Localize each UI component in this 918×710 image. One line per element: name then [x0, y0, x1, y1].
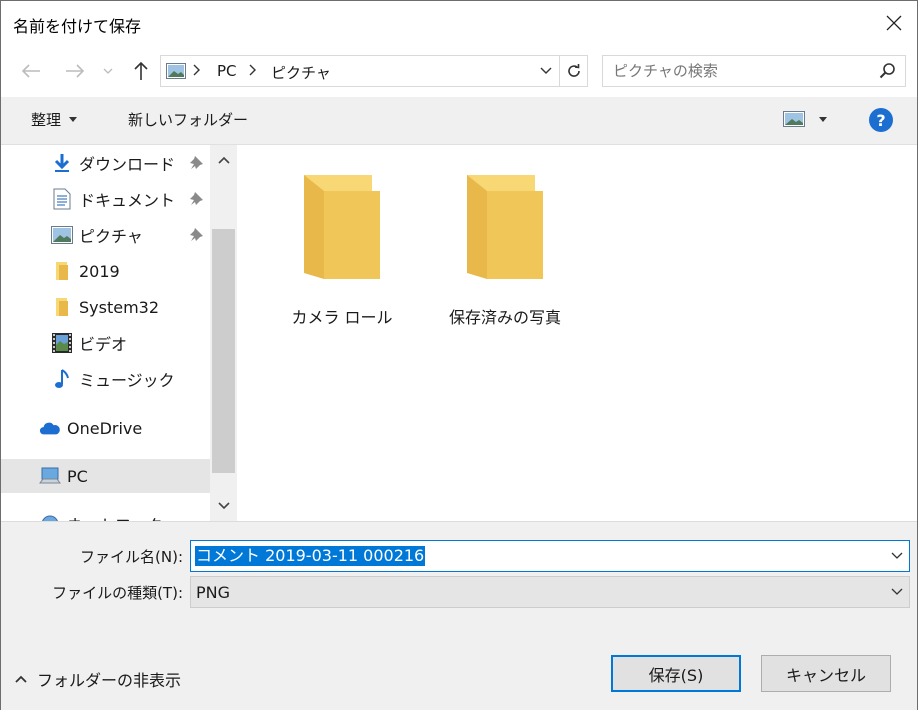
video-icon: [51, 332, 73, 354]
search-icon[interactable]: [879, 62, 897, 80]
search-box[interactable]: [602, 55, 906, 87]
dialog-title: 名前を付けて保存: [13, 17, 142, 36]
sidebar-item-network[interactable]: ネットワーク: [1, 507, 210, 521]
filetype-value: PNG: [196, 583, 231, 602]
sidebar-item-label: ミュージック: [79, 371, 175, 390]
arrow-up-icon: [134, 61, 148, 80]
pin-icon[interactable]: [189, 154, 205, 170]
up-button[interactable]: [128, 58, 154, 84]
chevron-up-icon: [15, 675, 27, 683]
music-icon: [51, 368, 73, 390]
save-options-panel: ファイル名(N): コメント 2019-03-11 000216 ファイルの種類…: [1, 521, 917, 710]
command-bar: 整理 新しいフォルダー ?: [1, 97, 917, 145]
filetype-select[interactable]: PNG: [190, 576, 910, 608]
address-dropdown-button[interactable]: [535, 56, 557, 86]
chevron-down-icon[interactable]: [891, 549, 903, 561]
scroll-up-button[interactable]: [210, 145, 237, 175]
sidebar-item-label: ビデオ: [79, 335, 128, 354]
breadcrumb-pc[interactable]: PC: [217, 62, 237, 80]
scrollbar-thumb[interactable]: [212, 229, 235, 473]
sidebar-item-label: ドキュメント: [79, 191, 176, 210]
pc-icon: [39, 465, 61, 487]
sidebar-item-pictures[interactable]: ピクチャ: [1, 218, 210, 252]
cancel-button[interactable]: キャンセル: [761, 655, 891, 692]
pin-icon[interactable]: [189, 226, 205, 242]
chevron-right-icon: [193, 64, 200, 76]
view-options-button[interactable]: [783, 111, 827, 127]
view-icon: [783, 111, 805, 127]
refresh-button[interactable]: [559, 56, 587, 86]
scroll-down-button[interactable]: [210, 491, 237, 521]
hide-folders-toggle[interactable]: フォルダーの非表示: [15, 667, 181, 691]
download-icon: [51, 152, 73, 174]
sidebar-item-2019[interactable]: 2019: [1, 254, 210, 288]
help-button[interactable]: ?: [869, 108, 893, 132]
chevron-down-icon: [891, 588, 903, 595]
breadcrumb-pictures[interactable]: ピクチャ: [271, 62, 331, 83]
sidebar-item-onedrive[interactable]: OneDrive: [1, 411, 210, 445]
navigation-bar: PC ピクチャ: [1, 45, 917, 97]
address-bar[interactable]: PC ピクチャ: [160, 55, 588, 87]
arrow-left-icon: [21, 64, 40, 78]
folder-item[interactable]: カメラ ロール: [274, 165, 410, 335]
pictures-icon: [166, 63, 186, 79]
caret-down-icon: [69, 117, 78, 122]
arrow-right-icon: [66, 64, 85, 78]
folder-icon: [51, 260, 73, 282]
sidebar-item-label: OneDrive: [67, 418, 143, 438]
sidebar-item-label: ピクチャ: [79, 227, 143, 246]
filename-field[interactable]: コメント 2019-03-11 000216: [190, 540, 910, 572]
save-as-dialog: 名前を付けて保存 PC ピクチャ ピクチャの検索 整理 新しいフォルダー ? ダ…: [0, 0, 918, 710]
document-icon: [51, 188, 73, 210]
caret-down-icon: [819, 116, 827, 122]
pictures-icon: [51, 224, 73, 246]
organize-label: 整理: [31, 111, 62, 129]
chevron-down-icon: [103, 68, 113, 74]
sidebar-item-label: 2019: [79, 261, 120, 281]
sidebar-item-label: ネットワーク: [67, 512, 163, 521]
filename-label: ファイル名(N):: [80, 548, 183, 566]
sidebar-item-videos[interactable]: ビデオ: [1, 326, 210, 360]
folder-icon: [304, 175, 380, 279]
sidebar-item-label: PC: [67, 466, 88, 486]
sidebar-item-pc[interactable]: PC: [1, 459, 210, 493]
filename-input[interactable]: コメント 2019-03-11 000216: [195, 546, 426, 566]
onedrive-icon: [39, 417, 61, 439]
pin-icon[interactable]: [189, 190, 205, 206]
chevron-right-icon: [249, 64, 256, 76]
folder-name: カメラ ロール: [291, 308, 393, 327]
network-icon: [39, 513, 61, 521]
chevron-down-icon: [217, 502, 230, 510]
folder-name: 保存済みの写真: [448, 308, 561, 327]
search-input[interactable]: [603, 56, 873, 86]
close-icon: [886, 15, 902, 31]
chevron-up-icon: [217, 156, 230, 164]
sidebar-item-label: ダウンロード: [79, 155, 176, 174]
navigation-pane: ダウンロード ドキュメント ピクチャ 2019 System32 ビデオ ミュー…: [1, 145, 238, 521]
forward-button[interactable]: [62, 58, 88, 84]
sidebar-item-system32[interactable]: System32: [1, 290, 210, 324]
organize-button[interactable]: 整理: [31, 109, 78, 130]
chevron-down-icon: [540, 67, 552, 74]
save-button[interactable]: 保存(S): [611, 655, 741, 692]
folder-item[interactable]: 保存済みの写真: [437, 165, 573, 335]
sidebar-item-downloads[interactable]: ダウンロード: [1, 146, 210, 180]
sidebar-item-music[interactable]: ミュージック: [1, 362, 210, 396]
sidebar-item-documents[interactable]: ドキュメント: [1, 182, 210, 216]
new-folder-button[interactable]: 新しいフォルダー: [128, 109, 248, 130]
folder-icon: [51, 296, 73, 318]
hide-folders-label: フォルダーの非表示: [37, 671, 182, 690]
refresh-icon: [567, 64, 580, 77]
close-button[interactable]: [871, 1, 917, 45]
title-bar: 名前を付けて保存: [1, 1, 917, 45]
filetype-label: ファイルの種類(T):: [52, 584, 183, 602]
recent-locations-button[interactable]: [98, 58, 118, 84]
folder-icon: [467, 175, 543, 279]
sidebar-item-label: System32: [79, 297, 160, 317]
back-button[interactable]: [18, 58, 44, 84]
file-list: カメラ ロール 保存済みの写真: [239, 145, 917, 521]
navigation-scrollbar[interactable]: [210, 145, 237, 521]
